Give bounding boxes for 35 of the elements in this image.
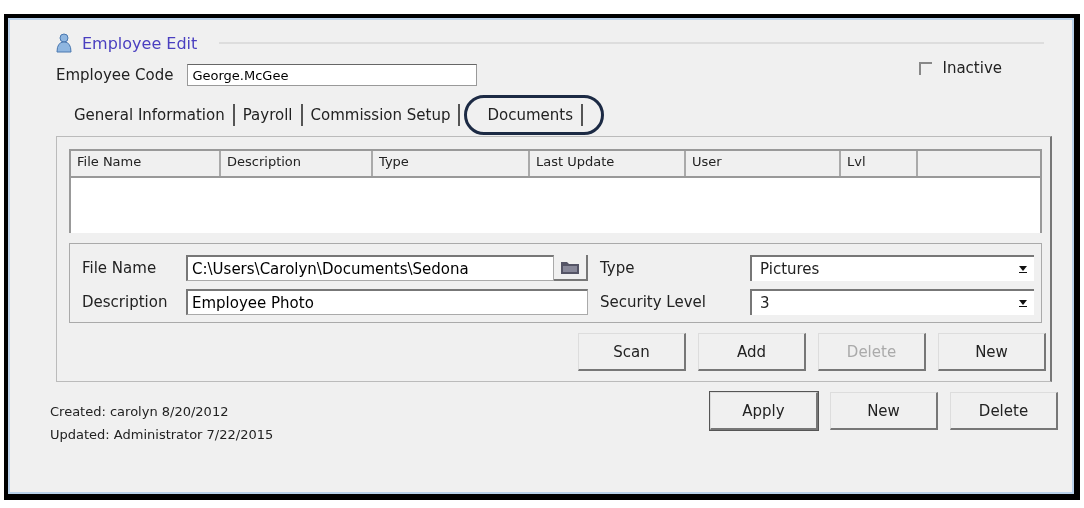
column-header[interactable]: Lvl <box>841 151 918 176</box>
dropdown-arrow-icon <box>1018 299 1028 307</box>
created-text: Created: carolyn 8/20/2012 <box>50 404 230 419</box>
employee-code-field[interactable]: George.McGee <box>187 64 478 86</box>
column-header[interactable]: File Name <box>71 151 221 176</box>
inactive-label: Inactive <box>942 59 1002 77</box>
document-button[interactable]: Scan <box>578 333 686 371</box>
type-label: Type <box>600 259 636 277</box>
file-name-field[interactable]: C:\Users\Carolyn\Documents\Sedona <box>186 255 554 281</box>
dropdown-arrow-icon <box>1018 265 1028 273</box>
employee-code-label: Employee Code <box>56 66 174 84</box>
security-level-dropdown[interactable]: 3 <box>750 289 1034 315</box>
document-button[interactable]: New <box>938 333 1046 371</box>
file-name-label: File Name <box>82 259 158 277</box>
form-button[interactable]: Delete <box>950 392 1058 430</box>
window-title: Employee Edit <box>82 33 198 53</box>
security-level-label: Security Level <box>600 293 707 311</box>
tab[interactable]: General Information <box>66 104 235 126</box>
person-icon <box>56 33 72 53</box>
description-field[interactable]: Employee Photo <box>186 289 588 315</box>
tab[interactable]: Commission Setup <box>302 104 461 126</box>
browse-button[interactable] <box>554 255 588 281</box>
tab[interactable]: Payroll <box>234 104 303 126</box>
form-button[interactable]: New <box>830 392 938 430</box>
column-header[interactable]: User <box>686 151 841 176</box>
document-button[interactable]: Add <box>698 333 806 371</box>
tab[interactable]: Documents <box>464 95 604 135</box>
folder-icon <box>560 259 580 275</box>
column-header[interactable]: Last Update <box>530 151 686 176</box>
description-label: Description <box>82 293 169 311</box>
type-dropdown[interactable]: Pictures <box>750 255 1034 281</box>
column-header[interactable]: Description <box>221 151 373 176</box>
updated-text: Updated: Administrator 7/22/2015 <box>50 427 274 442</box>
form-button[interactable]: Apply <box>710 392 818 430</box>
column-header[interactable]: Type <box>373 151 530 176</box>
